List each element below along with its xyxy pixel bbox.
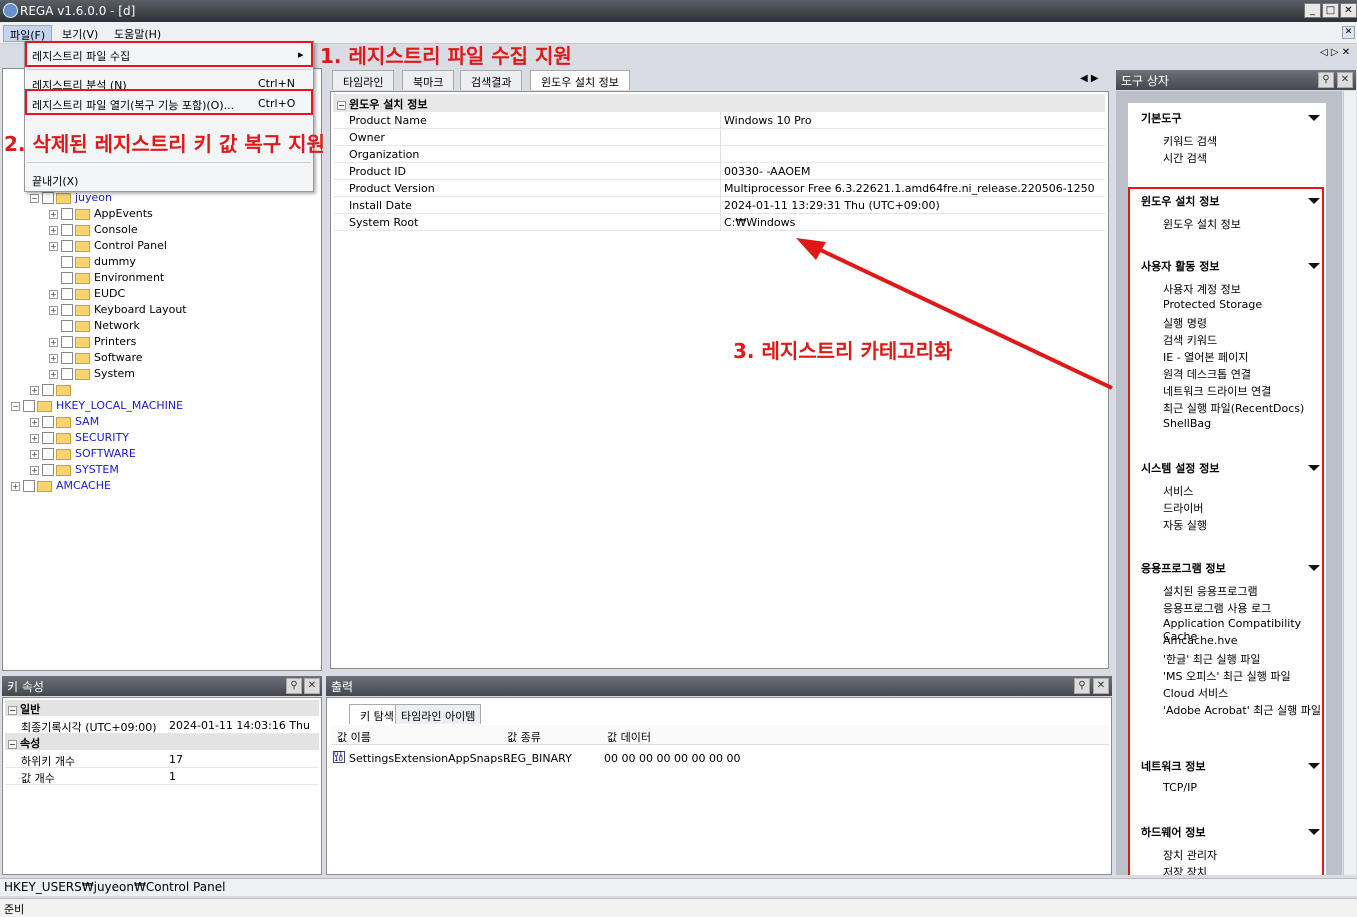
annotation-box-categories [1128, 187, 1324, 875]
